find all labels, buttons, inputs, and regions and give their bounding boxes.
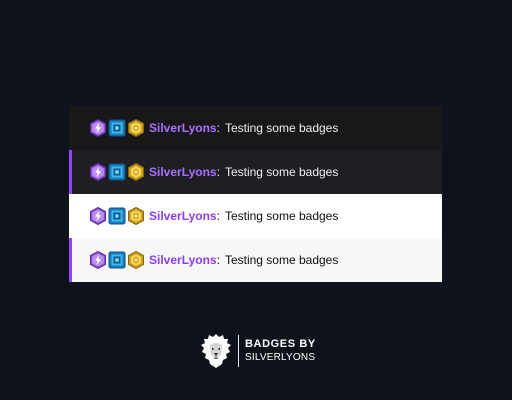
blue-prime-badge-icon[interactable] [108,251,126,269]
gold-hexagon-badge-icon[interactable] [127,119,145,137]
gold-hexagon-badge-icon[interactable] [127,207,145,225]
chat-message-light: SilverLyons : Testing some badges [69,194,442,238]
purple-lightning-badge-icon[interactable] [89,163,107,181]
chat-message-text: Testing some badges [224,253,339,267]
chat-message-dark-highlighted: SilverLyons : Testing some badges [69,150,442,194]
badge-group [89,163,145,181]
chat-username[interactable]: SilverLyons [149,209,217,223]
chat-separator: : [216,165,220,179]
gold-hexagon-badge-icon[interactable] [127,163,145,181]
badge-group [89,119,145,137]
purple-lightning-badge-icon[interactable] [89,119,107,137]
purple-lightning-badge-icon[interactable] [89,251,107,269]
lion-head-icon [201,334,231,368]
chat-message-text: Testing some badges [224,209,339,223]
chat-username[interactable]: SilverLyons [149,121,217,135]
chat-username[interactable]: SilverLyons [149,165,217,179]
chat-preview: SilverLyons : Testing some badges Silver… [69,106,442,282]
chat-separator: : [216,121,220,135]
chat-message-text: Testing some badges [224,165,339,179]
blue-prime-badge-icon[interactable] [108,207,126,225]
chat-username[interactable]: SilverLyons [149,253,217,267]
gold-hexagon-badge-icon[interactable] [127,251,145,269]
badge-preview-stage: SilverLyons : Testing some badges Silver… [0,0,512,400]
chat-message-light-highlighted: SilverLyons : Testing some badges [69,238,442,282]
brand-name: SILVERLYONS [245,352,316,363]
chat-message-text: Testing some badges [224,121,339,135]
badge-group [89,207,145,225]
chat-separator: : [216,253,220,267]
brand-title: BADGES BY [245,338,316,350]
branding-logo: BADGES BY SILVERLYONS [200,333,316,369]
brand-divider [238,335,239,367]
chat-message-dark: SilverLyons : Testing some badges [69,106,442,150]
chat-separator: : [216,209,220,223]
blue-prime-badge-icon[interactable] [108,163,126,181]
blue-prime-badge-icon[interactable] [108,119,126,137]
badge-group [89,251,145,269]
brand-text: BADGES BY SILVERLYONS [245,338,316,364]
purple-lightning-badge-icon[interactable] [89,207,107,225]
